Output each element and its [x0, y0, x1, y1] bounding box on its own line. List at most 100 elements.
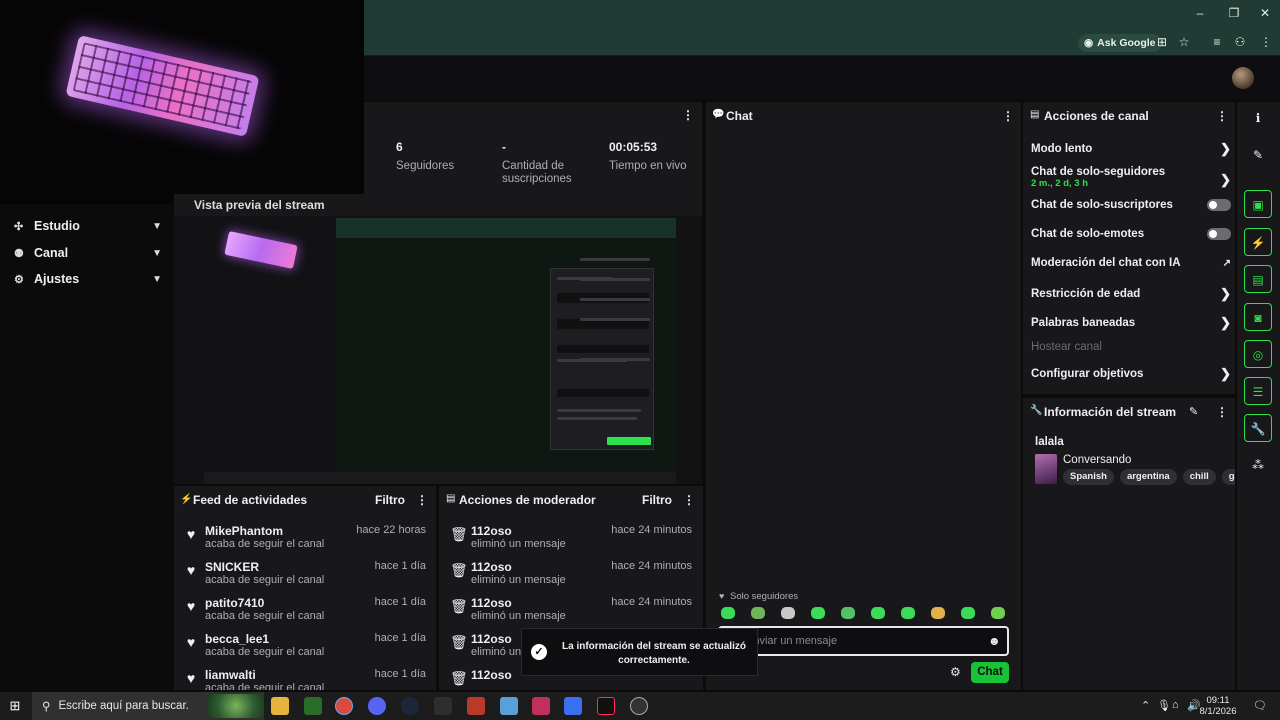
tray-chevron-up-icon[interactable]: ⌃	[1141, 699, 1150, 712]
list-item[interactable]: ♥ MikePhantom acaba de seguir el canal h…	[184, 522, 436, 552]
layout-icon[interactable]: ☰	[1244, 377, 1272, 405]
moderator-time: hace 24 minutos	[611, 524, 692, 536]
nvidia-icon[interactable]	[304, 697, 322, 715]
chat-settings-icon[interactable]: ⚙	[950, 665, 961, 679]
sidebar-item-estudio[interactable]: ✣ Estudio ▼	[14, 216, 162, 236]
follower-name: liamwalti	[205, 668, 256, 682]
emotes-chat-label: Chat de solo-emotes	[1031, 228, 1145, 240]
file-explorer-icon[interactable]	[271, 697, 289, 715]
tag[interactable]: gaming	[1221, 469, 1235, 485]
preview-desktop-capture	[336, 218, 676, 480]
emote-icon[interactable]	[781, 607, 795, 619]
activity-menu-icon[interactable]: ⋮	[416, 493, 428, 507]
actions-menu-icon[interactable]: ⋮	[1216, 109, 1228, 123]
emote-icon[interactable]	[841, 607, 855, 619]
chat-menu-icon[interactable]: ⋮	[1002, 109, 1014, 123]
pencil-icon[interactable]: ✎	[1244, 141, 1272, 169]
profile-icon[interactable]: ⚇	[1232, 34, 1248, 50]
stream-info-panel: 🔧 Información del stream ✎ ⋮ lalala Conv…	[1023, 398, 1235, 690]
emote-icon[interactable]	[871, 607, 885, 619]
browser-menu-icon[interactable]: ⋮	[1258, 34, 1274, 50]
microphone-icon[interactable]: 🎙	[1157, 699, 1171, 712]
info-menu-icon[interactable]: ⋮	[1216, 405, 1228, 419]
emote-icon[interactable]	[961, 607, 975, 619]
subs-chat-toggle[interactable]	[1207, 199, 1231, 211]
windows-start-icon[interactable]: ⊞	[0, 692, 30, 720]
obs-icon[interactable]	[630, 697, 648, 715]
ask-google-button[interactable]: ◉ Ask Google	[1078, 34, 1162, 52]
info-icon[interactable]: ℹ	[1244, 104, 1272, 132]
activity-filter-button[interactable]: Filtro	[375, 493, 405, 507]
tag[interactable]: Spanish	[1063, 469, 1114, 485]
chat-send-button[interactable]: Chat	[971, 662, 1009, 683]
host-channel-label: Hostear canal	[1031, 341, 1102, 353]
chrome-icon[interactable]	[335, 697, 353, 715]
emotes-chat-row[interactable]: Chat de solo-emotes	[1031, 228, 1231, 240]
moderator-menu-icon[interactable]: ⋮	[683, 493, 695, 507]
epic-games-icon[interactable]	[434, 697, 452, 715]
network-icon[interactable]: ⌂	[1172, 699, 1179, 711]
follow-time: hace 22 horas	[356, 524, 426, 536]
tag[interactable]: chill	[1182, 469, 1216, 485]
emote-icon[interactable]	[901, 607, 915, 619]
avatar[interactable]	[1232, 67, 1254, 89]
broadcast-icon[interactable]: ◎	[1244, 340, 1272, 368]
chat-input[interactable]: Enviar un mensaje ☻	[718, 626, 1009, 656]
list-item[interactable]: 🗑 112oso eliminó un mensaje hace 24 minu…	[450, 522, 696, 552]
translate-icon[interactable]: ⊞	[1154, 34, 1170, 50]
wrench-icon[interactable]: 🔧	[1244, 414, 1272, 442]
list-item[interactable]: 🗑 112oso eliminó un mensaje hace 24 minu…	[450, 558, 696, 588]
camera-icon[interactable]: ▣	[1244, 190, 1272, 218]
emotes-chat-toggle[interactable]	[1207, 228, 1231, 240]
followers-chat-row[interactable]: Chat de solo-seguidores 2 m., 2 d, 3 h ❯	[1031, 166, 1231, 192]
subs-chat-row[interactable]: Chat de solo-suscriptores	[1031, 199, 1231, 211]
moderator-filter-button[interactable]: Filtro	[642, 493, 672, 507]
banned-words-row[interactable]: Palabras baneadas ❯	[1031, 315, 1231, 331]
chat-bubble-icon[interactable]: ◙	[1244, 303, 1272, 331]
emote-icon[interactable]	[931, 607, 945, 619]
sidebar-item-canal[interactable]: ⚉ Canal ▼	[14, 243, 162, 263]
minimize-button[interactable]: ‒	[1190, 6, 1210, 20]
taskbar-clock[interactable]: 09:11 8/1/2026	[1196, 695, 1240, 717]
chat-panel: 💬 Chat ⋮ ♥ Solo seguidores	[706, 102, 1021, 690]
external-link-icon: ↗	[1222, 257, 1231, 269]
lightning-icon[interactable]: ⚡	[1244, 228, 1272, 256]
emote-icon[interactable]	[721, 607, 735, 619]
list-item[interactable]: ♥ becca_lee1 acaba de seguir el canal ha…	[184, 630, 436, 660]
tiktok-icon[interactable]	[597, 697, 615, 715]
follow-action: acaba de seguir el canal	[205, 682, 325, 690]
app-icon[interactable]	[500, 697, 518, 715]
pencil-icon[interactable]: ✎	[1189, 405, 1198, 418]
emote-icon[interactable]	[751, 607, 765, 619]
list-item[interactable]: ♥ liamwalti acaba de seguir el canal hac…	[184, 666, 436, 690]
ai-moderation-row[interactable]: Moderación del chat con IA ↗	[1031, 257, 1231, 269]
discord-icon[interactable]	[368, 697, 386, 715]
age-restriction-row[interactable]: Restricción de edad ❯	[1031, 286, 1231, 302]
document-icon[interactable]: ▤	[1244, 265, 1272, 293]
list-item[interactable]: ♥ patito7410 acaba de seguir el canal ha…	[184, 594, 436, 624]
slow-mode-row[interactable]: Modo lento ❯	[1031, 141, 1231, 157]
share-icon[interactable]: ⁂	[1244, 451, 1272, 479]
stats-menu-icon[interactable]: ⋮	[682, 108, 694, 122]
reading-list-icon[interactable]: ≡	[1209, 34, 1225, 50]
emote-icon[interactable]	[991, 607, 1005, 619]
sidebar-item-ajustes[interactable]: ⚙ Ajustes ▼	[14, 269, 162, 289]
emoji-icon[interactable]: ☻	[988, 634, 1001, 648]
emote-icon[interactable]	[811, 607, 825, 619]
stream-preview[interactable]	[174, 216, 702, 484]
bookmark-star-icon[interactable]: ☆	[1176, 34, 1192, 50]
stream-info-title: Información del stream	[1044, 405, 1177, 419]
toast-message: La información del stream se actualizó c…	[562, 641, 746, 666]
close-button[interactable]: ✕	[1255, 6, 1275, 20]
tag[interactable]: argentina	[1119, 469, 1177, 485]
app-icon[interactable]	[564, 697, 582, 715]
app-icon[interactable]	[532, 697, 550, 715]
steam-icon[interactable]	[401, 697, 419, 715]
chevron-down-icon: ▼	[152, 273, 162, 285]
maximize-button[interactable]: ❐	[1224, 6, 1244, 20]
notifications-icon[interactable]: 🗨	[1253, 699, 1267, 712]
goals-row[interactable]: Configurar objetivos ❯	[1031, 366, 1231, 382]
app-icon[interactable]	[467, 697, 485, 715]
list-item[interactable]: ♥ SNICKER acaba de seguir el canal hace …	[184, 558, 436, 588]
list-item[interactable]: 🗑 112oso eliminó un mensaje hace 24 minu…	[450, 594, 696, 624]
